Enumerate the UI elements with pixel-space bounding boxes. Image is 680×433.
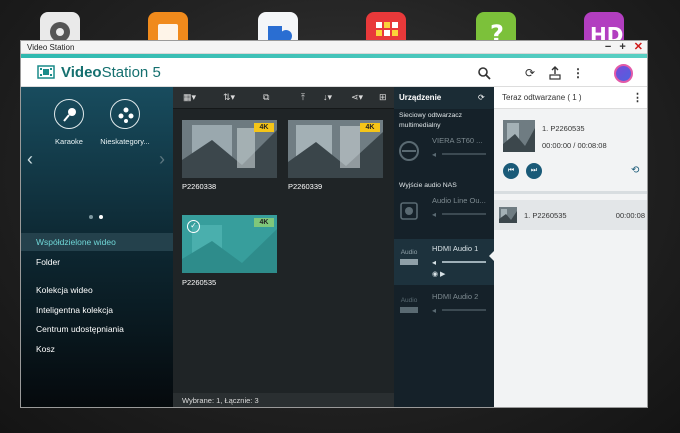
previous-track-icon[interactable]: ⏮ [503, 163, 519, 179]
more-options-icon[interactable]: ⋮ [571, 66, 585, 80]
repeat-icon[interactable]: ⟲ [631, 165, 639, 176]
hdmi-audio-icon: Audio [398, 248, 420, 270]
window-title: Video Station [27, 43, 75, 52]
upload-top-icon[interactable]: ⤒ [301, 92, 305, 103]
left-panel: Karaoke Nieskategory... ‹ › Współdzielon… [21, 87, 173, 407]
now-playing-header: Teraz odtwarzane ( 1 ) ⋮ [494, 87, 647, 109]
queue-item-name: 1. P2260535 [524, 211, 567, 220]
gallery-toolbar: ▦▾ ⇅▾ ⧉ ⤒ ↓▾ ⋖▾ ⊞ [173, 87, 394, 109]
device-name: VIERA ST60 ... [432, 136, 483, 145]
device-row-active[interactable]: Audio HDMI Audio 1 ◂ ◉ ▶ [394, 239, 494, 285]
now-playing-more-icon[interactable]: ⋮ [632, 91, 643, 104]
now-playing-panel: Teraz odtwarzane ( 1 ) ⋮ 1. P2260535 00:… [494, 87, 647, 407]
device-panel: Urządzenie ⟳ Sieciowy odtwarzacz multime… [394, 87, 494, 407]
video-station-window: Video Station − + ✕ VideoStation 5 ⟳ ⋮ K… [20, 40, 648, 408]
batch-select-icon[interactable]: ⧉ [263, 92, 269, 103]
app-header: VideoStation 5 ⟳ ⋮ [21, 58, 647, 87]
4k-badge: 4K [254, 123, 274, 132]
download-icon[interactable]: ↓▾ [323, 92, 332, 103]
nav-trash[interactable]: Kosz [21, 340, 173, 358]
film-reel-icon [110, 99, 140, 129]
video-thumbnail[interactable]: 4K [182, 120, 277, 178]
selection-status: Wybrane: 1, Łącznie: 3 [173, 393, 394, 407]
device-header: Urządzenie ⟳ [394, 87, 494, 109]
video-gallery: ▦▾ ⇅▾ ⧉ ⤒ ↓▾ ⋖▾ ⊞ 4K P2260338 4K P226033… [173, 87, 394, 407]
share-icon[interactable]: ⋖▾ [351, 92, 363, 103]
video-thumbnail[interactable]: 4K [288, 120, 383, 178]
playback-progress-bar[interactable] [494, 191, 647, 194]
microphone-icon [54, 99, 84, 129]
carousel-prev-arrow[interactable]: ‹ [27, 149, 33, 170]
4k-badge: 4K [360, 123, 380, 132]
queue-item-duration: 00:00:08 [615, 211, 645, 220]
device-refresh-icon[interactable]: ⟳ [478, 93, 485, 102]
svg-text:◂: ◂ [432, 210, 436, 219]
nav-sharing-center[interactable]: Centrum udostępniania [21, 320, 173, 338]
4k-badge: 4K [254, 218, 274, 227]
app-name: VideoStation 5 [61, 64, 161, 81]
maximize-icon[interactable]: + [619, 41, 625, 54]
carousel-next-arrow[interactable]: › [159, 149, 165, 170]
selected-check-icon[interactable]: ✓ [187, 220, 200, 233]
hdmi-audio-icon: Audio [398, 296, 420, 318]
next-track-icon[interactable]: ⏭ [526, 163, 542, 179]
device-row[interactable]: Audio Line Ou... ◂ [394, 191, 494, 237]
nav-folder[interactable]: Folder [21, 253, 173, 271]
nas-audio-section-label: Wyjście audio NAS [399, 182, 457, 189]
category-karaoke[interactable]: Karaoke [39, 99, 99, 146]
media-player-section-label: Sieciowy odtwarzacz multimedialny [399, 112, 463, 129]
more-grid-icon[interactable]: ⊞ [379, 92, 387, 103]
video-thumbnail-selected[interactable]: 4K ✓ [182, 215, 277, 273]
window-titlebar: Video Station − + ✕ [21, 41, 647, 54]
now-playing-thumbnail [503, 120, 535, 152]
carousel-dot[interactable] [89, 215, 93, 219]
user-avatar[interactable] [614, 64, 633, 83]
view-grid-icon[interactable]: ▦▾ [183, 92, 196, 103]
speaker-icon [400, 202, 418, 220]
video-name: P2260338 [182, 182, 217, 191]
device-row[interactable]: Audio HDMI Audio 2 ◂ [394, 287, 494, 333]
svg-text:◂: ◂ [432, 306, 436, 315]
category-label: Nieskategory... [100, 137, 150, 146]
device-row[interactable]: VIERA ST60 ... ◂ [394, 131, 494, 177]
video-name: P2260339 [288, 182, 323, 191]
device-play-icon[interactable]: ◉ ▶ [432, 270, 445, 278]
device-title: Urządzenie [399, 93, 442, 102]
device-name: HDMI Audio 1 [432, 244, 479, 253]
video-name: P2260535 [182, 278, 217, 287]
nav-smart-collection[interactable]: Inteligentna kolekcja [21, 301, 173, 319]
category-uncategorized[interactable]: Nieskategory... [95, 99, 155, 146]
network-device-icon [399, 141, 419, 161]
device-name: Audio Line Ou... [432, 196, 486, 205]
volume-slider[interactable]: ◂ [432, 305, 488, 315]
search-icon[interactable] [477, 66, 491, 80]
category-label: Karaoke [55, 137, 83, 146]
carousel-dot[interactable] [99, 215, 103, 219]
volume-slider[interactable]: ◂ [432, 257, 488, 267]
queue-item[interactable]: 1. P2260535 00:00:08 [494, 200, 647, 230]
device-name: HDMI Audio 2 [432, 292, 479, 301]
upload-icon[interactable] [548, 66, 562, 80]
now-playing-track: 1. P2260535 [542, 124, 585, 133]
minimize-icon[interactable]: − [605, 41, 611, 54]
nav-shared-videos[interactable]: Współdzielone wideo [21, 233, 173, 251]
now-playing-time: 00:00:00 / 00:08:08 [542, 141, 607, 150]
carousel-dots [89, 215, 103, 219]
now-playing-title: Teraz odtwarzane ( 1 ) [502, 93, 582, 102]
video-station-logo-icon [37, 65, 55, 79]
sort-icon[interactable]: ⇅▾ [223, 92, 235, 103]
close-icon[interactable]: ✕ [634, 41, 643, 54]
volume-slider[interactable]: ◂ [432, 149, 488, 159]
svg-text:◂: ◂ [432, 150, 436, 159]
nav-video-collection[interactable]: Kolekcja wideo [21, 281, 173, 299]
refresh-icon[interactable]: ⟳ [523, 66, 537, 80]
volume-slider[interactable]: ◂ [432, 209, 488, 219]
svg-text:◂: ◂ [432, 258, 436, 267]
queue-thumbnail [499, 207, 517, 223]
